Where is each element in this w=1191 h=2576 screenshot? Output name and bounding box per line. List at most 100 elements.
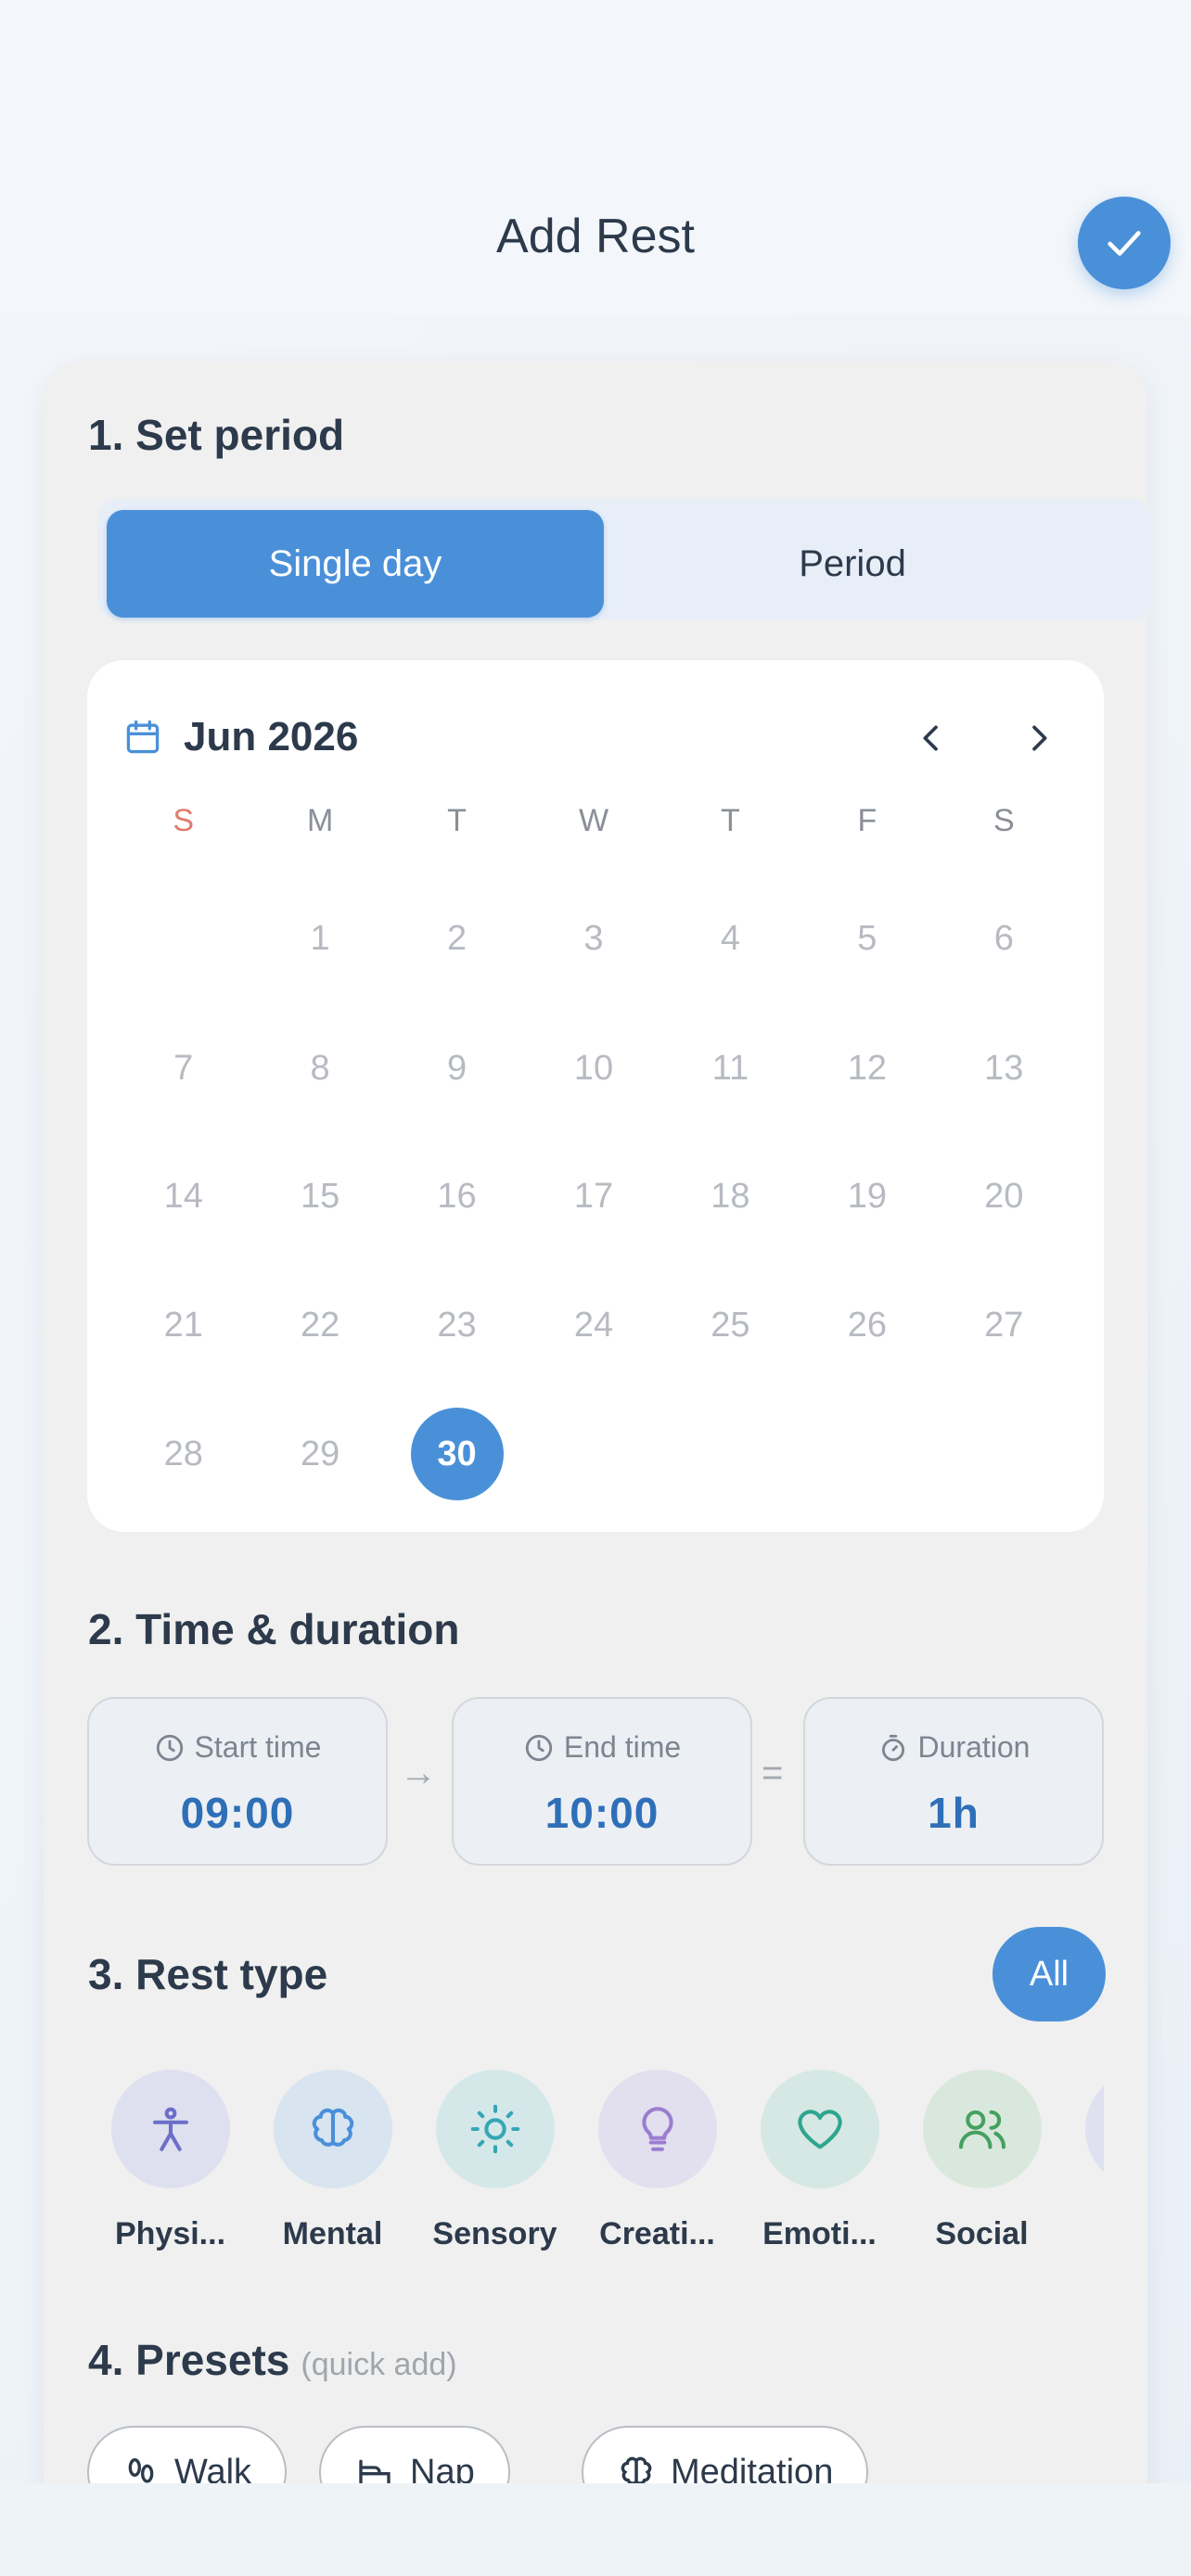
segment-single-day[interactable]: Single day (107, 510, 604, 618)
clock-icon (525, 1734, 553, 1761)
segment-period[interactable]: Period (604, 510, 1101, 618)
calendar-day[interactable]: 6 (936, 892, 1072, 985)
calendar-day-number: 28 (163, 1434, 203, 1473)
calendar-month-label: Jun 2026 (184, 714, 359, 759)
end-time-field[interactable]: End time 10:00 (452, 1697, 752, 1866)
rest-type-label: S (1063, 2216, 1104, 2252)
stopwatch-icon (881, 1734, 904, 1761)
calendar-day[interactable]: 23 (389, 1279, 525, 1371)
calendar-day[interactable]: 9 (389, 1022, 525, 1115)
calendar-day[interactable]: 17 (525, 1150, 661, 1243)
rest-type-item[interactable]: Physi... (89, 2070, 251, 2252)
calendar-day-number: 21 (163, 1305, 203, 1345)
calendar-day-number: 2 (446, 918, 467, 958)
chevron-right-icon (1032, 725, 1047, 751)
rest-type-icon-circle (110, 2070, 230, 2188)
rest-type-item[interactable]: Creati... (576, 2070, 738, 2252)
rest-type-item[interactable]: Sensory (414, 2070, 576, 2252)
calendar-day[interactable]: 27 (936, 1279, 1072, 1371)
calendar-day-number: 12 (847, 1048, 887, 1088)
calendar-day[interactable]: 22 (251, 1279, 388, 1371)
calendar-day[interactable]: 16 (389, 1150, 525, 1243)
calendar-day-number: 23 (437, 1305, 477, 1345)
calendar-week-row: 7 8 9 10 11 12 13 (115, 1022, 1072, 1115)
calendar-day[interactable]: 24 (525, 1279, 661, 1371)
filter-all-button[interactable]: All (992, 1927, 1106, 2021)
calendar-day-number: 14 (163, 1176, 203, 1216)
calendar-day[interactable]: 4 (662, 892, 799, 985)
calendar-day[interactable]: 26 (799, 1279, 935, 1371)
weekday-label: W (578, 803, 609, 838)
rest-type-item[interactable]: Emoti... (738, 2070, 901, 2252)
calendar-day[interactable]: 13 (936, 1022, 1072, 1115)
calendar-day-number: 10 (573, 1048, 614, 1088)
end-time-label: End time (563, 1730, 682, 1764)
calendar-week-row: 1 2 3 4 5 6 (115, 892, 1072, 985)
calendar-day[interactable]: 5 (799, 892, 935, 985)
page-title: Add Rest (496, 210, 695, 263)
calendar-day[interactable]: 3 (525, 892, 661, 985)
calendar-day[interactable]: 8 (251, 1022, 388, 1115)
rest-type-item[interactable]: Social (901, 2070, 1063, 2252)
calendar-day-selected[interactable]: 30 (389, 1408, 525, 1500)
calendar-day-number: 4 (720, 918, 740, 958)
calendar-day[interactable]: 25 (662, 1279, 799, 1371)
calendar-day[interactable]: 7 (115, 1022, 251, 1115)
arrow-right-icon: → (400, 1753, 437, 1793)
sun-icon (470, 2104, 519, 2154)
section-title-period: 1. Set period (88, 411, 345, 459)
calendar-day-number: 27 (984, 1305, 1024, 1345)
calendar-day[interactable]: 11 (662, 1022, 799, 1115)
calendar-day-number: 17 (573, 1176, 614, 1216)
calendar-day-number: 26 (847, 1305, 887, 1345)
rest-type-item[interactable]: S (1063, 2070, 1104, 2252)
rest-type-list: Physi... Mental Sensory Creati... Emoti... So… (87, 2070, 1104, 2302)
weekday-label: M (306, 803, 334, 838)
duration-field: Duration 1h (803, 1697, 1104, 1866)
calendar-day-number: 11 (711, 1048, 749, 1088)
calendar-empty-cell (115, 892, 251, 985)
prev-month-button[interactable] (905, 712, 957, 764)
calendar-day-number: 20 (984, 1176, 1024, 1216)
calendar-day[interactable]: 15 (251, 1150, 388, 1243)
calendar-day[interactable]: 28 (115, 1408, 251, 1500)
users-icon (958, 2110, 1005, 2149)
duration-label: Duration (917, 1730, 1031, 1764)
heart-icon (797, 2110, 842, 2149)
calendar-day[interactable]: 12 (799, 1022, 935, 1115)
calendar-empty-cell (936, 1408, 1072, 1500)
rest-form-card: 1. Set period Single day Period Jun 2026… (44, 362, 1151, 2531)
confirm-button[interactable] (1078, 197, 1171, 289)
rest-type-icon-circle (1084, 2070, 1104, 2188)
preset-list: Walk Nap Meditation (87, 2426, 1104, 2519)
calendar-day-number: 19 (847, 1176, 887, 1216)
calendar-day[interactable]: 18 (662, 1150, 799, 1243)
calendar-day[interactable]: 29 (251, 1408, 388, 1500)
calendar-day[interactable]: 19 (799, 1150, 935, 1243)
calendar-day-number: 13 (984, 1048, 1024, 1088)
brain-icon (312, 2108, 353, 2147)
rest-type-icon-circle (273, 2070, 392, 2188)
calendar-day[interactable]: 21 (115, 1279, 251, 1371)
rest-type-label: Sensory (432, 2216, 557, 2251)
calendar-day-number: 24 (573, 1305, 614, 1345)
start-time-field[interactable]: Start time 09:00 (87, 1697, 388, 1866)
calendar-day[interactable]: 14 (115, 1150, 251, 1243)
calendar-day[interactable]: 20 (936, 1150, 1072, 1243)
start-time-label: Start time (194, 1730, 322, 1764)
calendar-day-number: 9 (446, 1048, 467, 1088)
period-segmented-control: Single day Period (97, 499, 1151, 619)
weekday-label: F (857, 803, 877, 838)
start-time-value: 09:00 (180, 1789, 295, 1837)
next-month-button[interactable] (1013, 712, 1065, 764)
calendar-day[interactable]: 10 (525, 1022, 661, 1115)
calendar-day-number: 29 (300, 1434, 340, 1473)
rest-type-icon-circle (922, 2070, 1042, 2188)
calendar-day[interactable]: 2 (389, 892, 525, 985)
weekday-label: S (992, 803, 1015, 838)
calendar-day-number: 7 (173, 1048, 194, 1088)
calendar-week-row: 28 29 30 (115, 1408, 1072, 1500)
end-time-value: 10:00 (544, 1789, 660, 1837)
calendar-day[interactable]: 1 (251, 892, 388, 985)
rest-type-item[interactable]: Mental (251, 2070, 414, 2252)
